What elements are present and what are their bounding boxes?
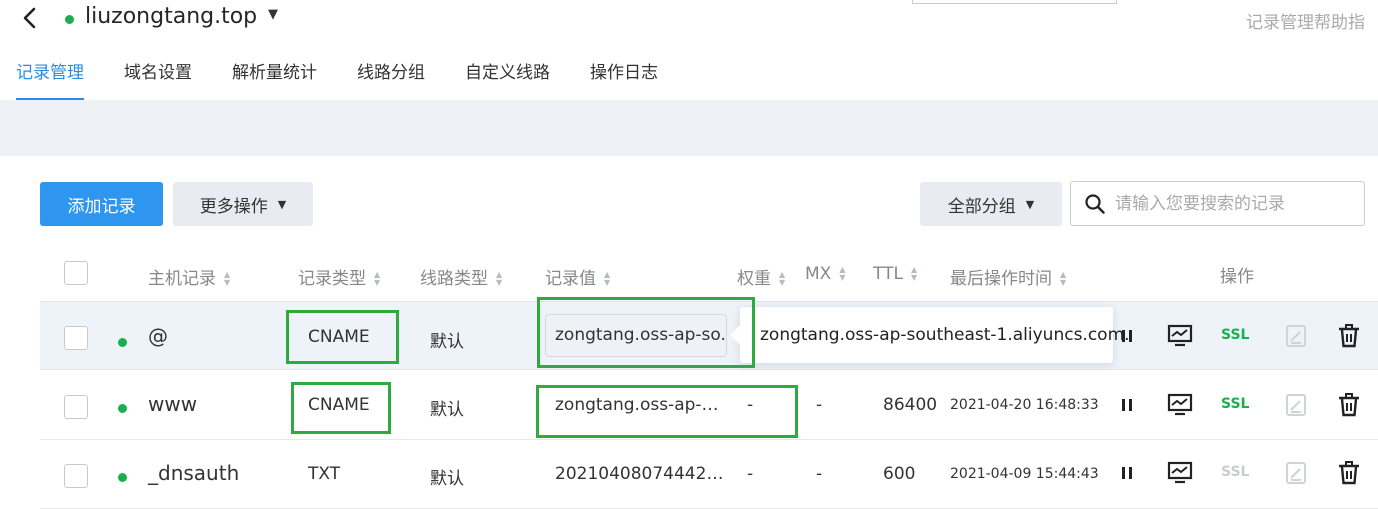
- column-header-value[interactable]: 记录值 ▲ ▼: [545, 264, 610, 289]
- value-cell[interactable]: 202104080744425at...: [555, 464, 727, 484]
- top-header: liuzongtang.top ▼ 记录管理帮助指 记录管理 域名设置 解析量统…: [0, 0, 1378, 100]
- column-header-weight[interactable]: 权重 ▲ ▼: [737, 264, 785, 289]
- delete-icon[interactable]: [1338, 324, 1360, 348]
- line-cell: 默认: [430, 332, 464, 352]
- help-link[interactable]: 记录管理帮助指: [1246, 8, 1365, 33]
- sort-icon: ▲ ▼: [839, 265, 846, 282]
- caret-down-icon[interactable]: ▼: [268, 7, 278, 22]
- domain-selector[interactable]: liuzongtang.top: [85, 4, 257, 29]
- search-icon: [1085, 194, 1105, 214]
- ssl-button[interactable]: SSL: [1221, 464, 1249, 480]
- column-header-mx[interactable]: MX ▲ ▼: [805, 264, 845, 284]
- search-box[interactable]: [1070, 181, 1365, 226]
- row-checkbox[interactable]: [64, 464, 88, 488]
- line-cell: 默认: [430, 469, 464, 489]
- column-header-type[interactable]: 记录类型 ▲ ▼: [298, 264, 380, 289]
- status-dot: [118, 473, 127, 482]
- time-cell: 2021-04-20 16:48:33: [950, 397, 1099, 413]
- sort-icon: ▲ ▼: [496, 270, 503, 287]
- search-input[interactable]: [1115, 190, 1355, 218]
- line-cell: 默认: [430, 400, 464, 420]
- ttl-cell: 86400: [883, 395, 938, 415]
- monitor-icon[interactable]: [1167, 461, 1193, 485]
- tab-domain-settings[interactable]: 域名设置: [124, 60, 192, 100]
- time-cell: 2021-04-09 15:44:43: [950, 466, 1099, 482]
- sort-icon: ▲ ▼: [910, 265, 918, 282]
- mx-cell: -: [816, 464, 823, 484]
- sort-icon: ▲ ▼: [224, 270, 231, 287]
- pause-icon[interactable]: [1120, 397, 1134, 413]
- caret-down-icon: ▼: [277, 197, 287, 211]
- tab-line-groups[interactable]: 线路分组: [357, 60, 425, 100]
- tab-operation-log[interactable]: 操作日志: [590, 60, 658, 100]
- tab-records[interactable]: 记录管理: [16, 60, 84, 100]
- monitor-icon[interactable]: [1167, 324, 1193, 348]
- back-arrow-icon[interactable]: [18, 6, 42, 30]
- column-header-ttl[interactable]: TTL ▲ ▼: [873, 264, 917, 284]
- status-dot: [118, 338, 127, 347]
- pause-icon[interactable]: [1120, 465, 1134, 481]
- mx-cell: -: [816, 395, 823, 415]
- column-header-action: 操作: [1220, 267, 1254, 287]
- row-checkbox[interactable]: [64, 395, 88, 419]
- edit-icon[interactable]: [1285, 393, 1307, 417]
- ssl-button[interactable]: SSL: [1221, 327, 1249, 343]
- tab-query-stats[interactable]: 解析量统计: [232, 60, 317, 100]
- more-actions-button[interactable]: 更多操作 ▼: [173, 182, 313, 226]
- select-all-checkbox[interactable]: [64, 261, 88, 285]
- annotation-highlight-box: [537, 297, 755, 368]
- notice-band: [0, 100, 1378, 156]
- add-record-button[interactable]: 添加记录: [40, 182, 163, 226]
- domain-status-dot: [65, 15, 74, 24]
- sort-icon: ▲ ▼: [779, 270, 786, 287]
- type-cell: TXT: [308, 464, 341, 484]
- column-header-line[interactable]: 线路类型 ▲ ▼: [420, 264, 502, 289]
- group-filter-button[interactable]: 全部分组 ▼: [920, 182, 1062, 226]
- status-dot: [118, 404, 127, 413]
- ssl-button[interactable]: SSL: [1221, 396, 1249, 412]
- host-cell: _dnsauth: [148, 461, 240, 485]
- weight-cell: -: [747, 464, 754, 484]
- record-value-tooltip: zongtang.oss-ap-southeast-1.aliyuncs.com…: [740, 307, 1130, 363]
- delete-icon[interactable]: [1338, 393, 1360, 417]
- tab-custom-lines[interactable]: 自定义线路: [465, 60, 550, 100]
- sort-icon: ▲ ▼: [1060, 270, 1067, 287]
- ttl-cell: 600: [883, 464, 916, 484]
- host-cell: www: [148, 392, 198, 416]
- table-row[interactable]: _dnsauth TXT 默认 202104080744425at... - -…: [40, 440, 1378, 509]
- column-header-time[interactable]: 最后操作时间 ▲ ▼: [950, 264, 1066, 289]
- annotation-highlight-box: [286, 310, 399, 364]
- annotation-highlight-box: [291, 382, 391, 434]
- dropdown-edge: [912, 0, 1117, 4]
- annotation-highlight-box: [536, 385, 798, 438]
- tab-bar: 记录管理 域名设置 解析量统计 线路分组 自定义线路 操作日志: [16, 60, 698, 100]
- sort-icon: ▲ ▼: [374, 270, 381, 287]
- caret-down-icon: ▼: [1025, 197, 1035, 211]
- row-checkbox[interactable]: [64, 326, 88, 350]
- column-header-host[interactable]: 主机记录 ▲ ▼: [148, 264, 230, 289]
- edit-icon[interactable]: [1285, 461, 1307, 485]
- sort-icon: ▲ ▼: [604, 270, 611, 287]
- edit-icon[interactable]: [1285, 324, 1307, 348]
- host-cell: @: [148, 324, 168, 348]
- monitor-icon[interactable]: [1167, 393, 1193, 417]
- delete-icon[interactable]: [1338, 461, 1360, 485]
